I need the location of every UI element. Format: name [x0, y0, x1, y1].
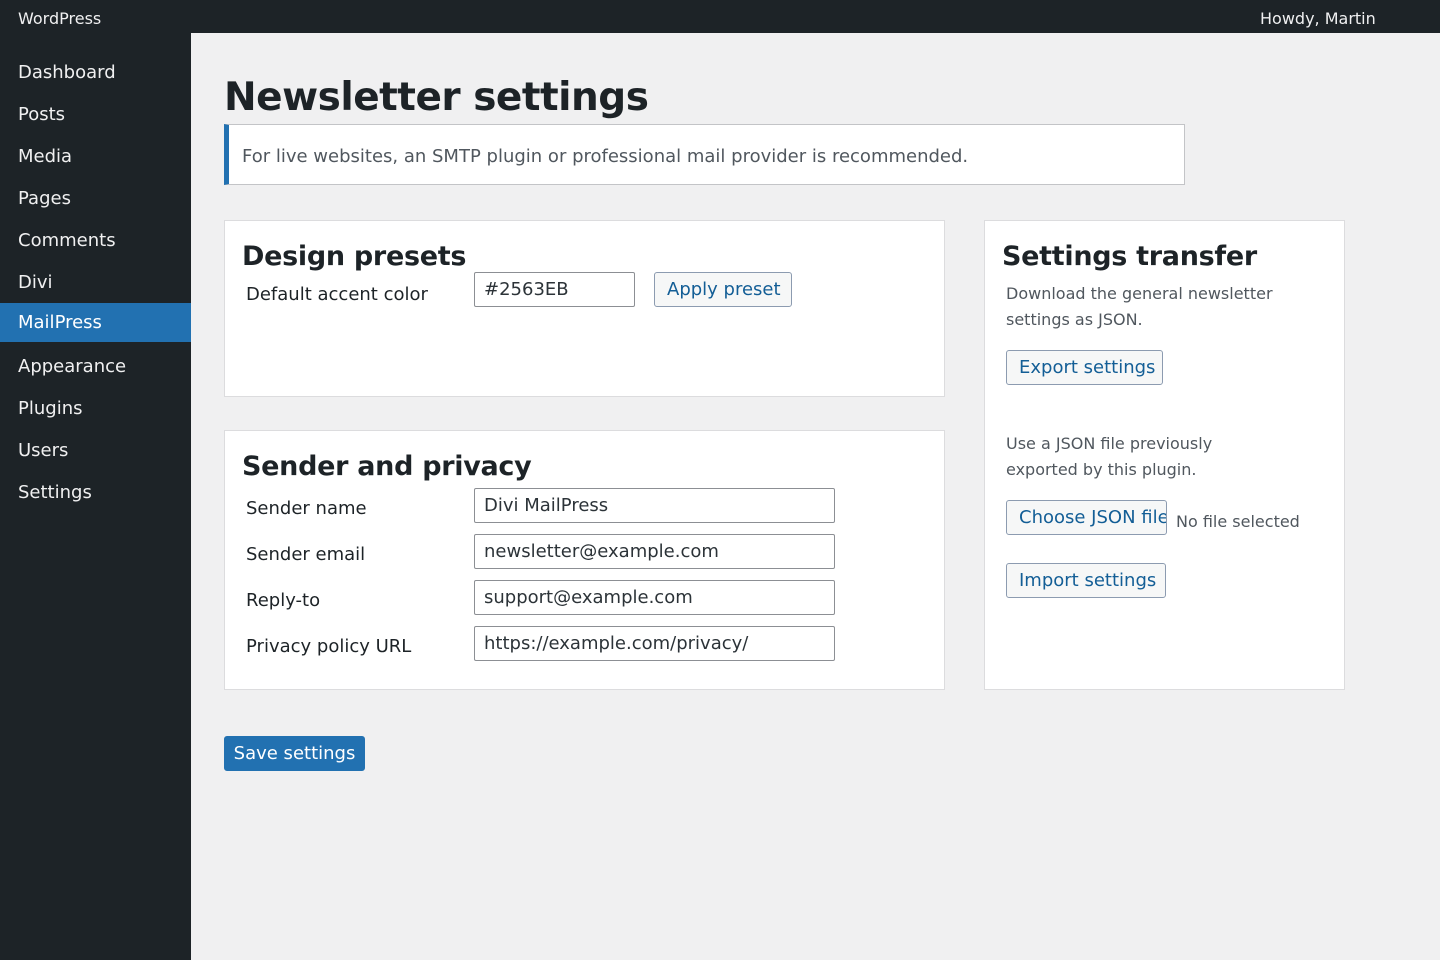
reply-to-label: Reply-to — [246, 590, 321, 611]
accent-color-input[interactable] — [474, 272, 635, 307]
import-settings-button[interactable]: Import settings — [1006, 563, 1166, 598]
design-presets-title: Design presets — [242, 241, 467, 272]
sidebar-item-appearance[interactable]: Appearance — [0, 347, 191, 386]
sender-email-label: Sender email — [246, 544, 366, 565]
sidebar-item-pages[interactable]: Pages — [0, 179, 191, 218]
sidebar-item-mailpress[interactable]: MailPress — [0, 303, 191, 342]
admin-sidebar: Dashboard Posts Media Pages Comments Div… — [0, 33, 191, 960]
info-notice: For live websites, an SMTP plugin or pro… — [224, 124, 1185, 185]
export-help-line-2: settings as JSON. — [1006, 310, 1143, 329]
sidebar-item-comments[interactable]: Comments — [0, 221, 191, 260]
admin-bar: WordPress Howdy, Martin — [0, 0, 1440, 33]
settings-transfer-card: Settings transfer Download the general n… — [984, 220, 1345, 690]
privacy-url-input[interactable] — [474, 626, 835, 661]
save-settings-button[interactable]: Save settings — [224, 736, 365, 771]
page-title: Newsletter settings — [224, 75, 649, 120]
file-status-text: No file selected — [1176, 512, 1300, 531]
accent-color-label: Default accent color — [246, 284, 428, 305]
site-name-link[interactable]: WordPress — [18, 9, 101, 28]
import-help-line-1: Use a JSON file previously — [1006, 434, 1213, 453]
export-settings-button[interactable]: Export settings — [1006, 350, 1163, 385]
sidebar-item-plugins[interactable]: Plugins — [0, 389, 191, 428]
main-content: Newsletter settings For live websites, a… — [191, 33, 1440, 960]
design-presets-card: Design presets Default accent color Appl… — [224, 220, 945, 397]
sidebar-item-dashboard[interactable]: Dashboard — [0, 53, 191, 92]
sender-email-input[interactable] — [474, 534, 835, 569]
privacy-url-label: Privacy policy URL — [246, 636, 412, 657]
apply-preset-button[interactable]: Apply preset — [654, 272, 792, 307]
settings-transfer-title: Settings transfer — [1002, 241, 1257, 272]
account-greeting[interactable]: Howdy, Martin — [1260, 9, 1376, 28]
sidebar-item-posts[interactable]: Posts — [0, 95, 191, 134]
sidebar-item-users[interactable]: Users — [0, 431, 191, 470]
sender-name-label: Sender name — [246, 498, 367, 519]
sidebar-item-media[interactable]: Media — [0, 137, 191, 176]
sidebar-item-settings[interactable]: Settings — [0, 473, 191, 512]
reply-to-input[interactable] — [474, 580, 835, 615]
sender-name-input[interactable] — [474, 488, 835, 523]
export-help-line-1: Download the general newsletter — [1006, 284, 1273, 303]
notice-text: For live websites, an SMTP plugin or pro… — [242, 146, 969, 167]
sender-privacy-title: Sender and privacy — [242, 451, 532, 482]
sender-privacy-card: Sender and privacy Sender name Sender em… — [224, 430, 945, 690]
sidebar-item-divi[interactable]: Divi — [0, 263, 191, 302]
choose-json-file-button[interactable]: Choose JSON file — [1006, 500, 1167, 535]
import-help-line-2: exported by this plugin. — [1006, 460, 1197, 479]
